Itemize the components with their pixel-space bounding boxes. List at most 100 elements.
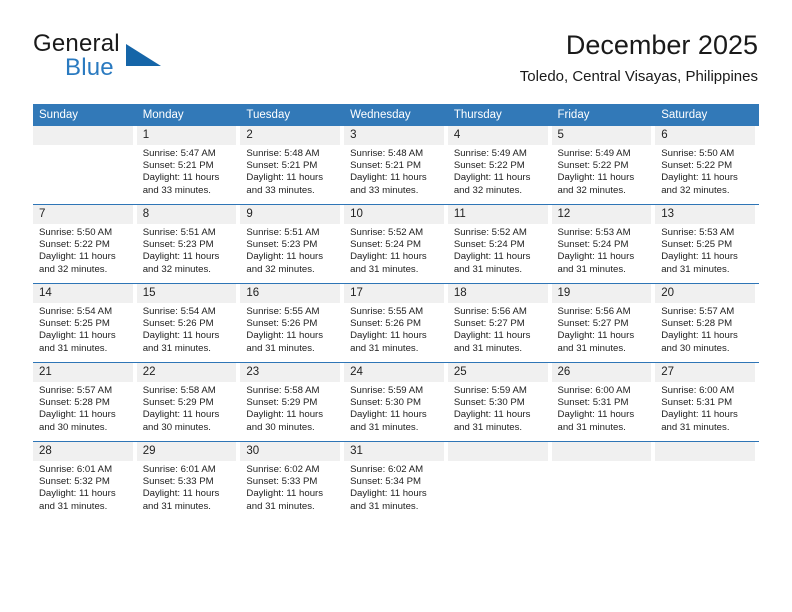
day-number: 28 bbox=[33, 442, 133, 461]
calendar-day-cell[interactable]: 4 Sunrise: 5:49 AM Sunset: 5:22 PM Daylight… bbox=[447, 126, 552, 205]
calendar-day-cell[interactable]: 24 Sunrise: 5:59 AM Sunset: 5:30 PM Dayligh… bbox=[344, 362, 448, 442]
calendar-day-cell[interactable]: 11 Sunrise: 5:52 AM Sunset: 5:24 PM Dayligh… bbox=[447, 204, 552, 284]
daylight-text-line1: Daylight: 11 hours bbox=[453, 330, 531, 342]
day-number: 18 bbox=[447, 284, 548, 303]
calendar-day-cell[interactable]: 1 Sunrise: 5:47 AM Sunset: 5:21 PM Daylight… bbox=[136, 126, 241, 205]
sunset-text: Sunset: 5:31 PM bbox=[557, 397, 629, 409]
sunset-text: Sunset: 5:21 PM bbox=[246, 160, 318, 172]
day-details: Sunrise: 5:55 AM Sunset: 5:26 PM Daylight:… bbox=[240, 303, 340, 355]
day-cell-inner: 13 Sunrise: 5:53 AM Sunset: 5:25 PM Dayligh… bbox=[655, 205, 755, 283]
day-number: 29 bbox=[136, 442, 237, 461]
calendar-table: Sunday Monday Tuesday Wednesday Thursday… bbox=[33, 104, 759, 520]
daylight-text-line2: and 31 minutes. bbox=[661, 421, 730, 433]
sunrise-text: Sunrise: 5:49 AM bbox=[557, 148, 631, 159]
daylight-text-line2: and 31 minutes. bbox=[557, 263, 626, 275]
day-cell-inner: 11 Sunrise: 5:52 AM Sunset: 5:24 PM Dayligh… bbox=[447, 205, 548, 283]
calendar-day-cell[interactable]: 10 Sunrise: 5:52 AM Sunset: 5:24 PM Dayligh… bbox=[344, 204, 448, 284]
calendar-day-cell[interactable]: 31 Sunrise: 6:02 AM Sunset: 5:34 PM Dayligh… bbox=[344, 441, 448, 520]
weekday-header-sunday: Sunday bbox=[33, 104, 137, 126]
calendar-day-cell[interactable]: 17 Sunrise: 5:55 AM Sunset: 5:26 PM Dayligh… bbox=[344, 283, 448, 363]
calendar-day-cell[interactable]: 18 Sunrise: 5:56 AM Sunset: 5:27 PM Dayligh… bbox=[447, 283, 552, 363]
sunset-text: Sunset: 5:29 PM bbox=[246, 397, 318, 409]
sunrise-text: Sunrise: 5:48 AM bbox=[246, 148, 320, 159]
daylight-text-line2: and 31 minutes. bbox=[246, 500, 315, 512]
day-cell-inner: 29 Sunrise: 6:01 AM Sunset: 5:33 PM Dayligh… bbox=[136, 442, 237, 520]
calendar-day-cell[interactable]: 2 Sunrise: 5:48 AM Sunset: 5:21 PM Daylight… bbox=[240, 126, 344, 205]
calendar-day-cell[interactable]: 28 Sunrise: 6:01 AM Sunset: 5:32 PM Dayligh… bbox=[33, 441, 137, 520]
calendar-day-cell[interactable]: 19 Sunrise: 5:56 AM Sunset: 5:27 PM Dayligh… bbox=[551, 283, 656, 363]
calendar-day-cell[interactable]: 29 Sunrise: 6:01 AM Sunset: 5:33 PM Dayligh… bbox=[136, 441, 241, 520]
daylight-text-line2: and 30 minutes. bbox=[661, 342, 730, 354]
calendar-day-cell[interactable]: 5 Sunrise: 5:49 AM Sunset: 5:22 PM Daylight… bbox=[551, 126, 656, 205]
daylight-text-line1: Daylight: 11 hours bbox=[142, 330, 220, 342]
sunrise-text: Sunrise: 5:58 AM bbox=[246, 385, 320, 396]
calendar-day-cell[interactable]: 8 Sunrise: 5:51 AM Sunset: 5:23 PM Daylight… bbox=[136, 204, 241, 284]
daylight-text-line2: and 31 minutes. bbox=[453, 342, 523, 354]
day-details: Sunrise: 5:51 AM Sunset: 5:23 PM Daylight:… bbox=[240, 224, 340, 276]
sunrise-text: Sunrise: 5:57 AM bbox=[39, 385, 113, 396]
calendar-day-cell[interactable]: 12 Sunrise: 5:53 AM Sunset: 5:24 PM Dayligh… bbox=[551, 204, 656, 284]
day-details: Sunrise: 5:53 AM Sunset: 5:24 PM Daylight:… bbox=[552, 224, 652, 276]
calendar-day-cell[interactable]: 26 Sunrise: 6:00 AM Sunset: 5:31 PM Dayligh… bbox=[551, 362, 656, 442]
daylight-text-line2: and 31 minutes. bbox=[453, 263, 523, 275]
day-cell-inner: 20 Sunrise: 5:57 AM Sunset: 5:28 PM Dayligh… bbox=[655, 284, 755, 362]
calendar-week-row: 1 Sunrise: 5:47 AM Sunset: 5:21 PM Daylight… bbox=[33, 126, 759, 205]
calendar-day-cell[interactable]: 7 Sunrise: 5:50 AM Sunset: 5:22 PM Daylight… bbox=[33, 204, 137, 284]
daylight-text-line1: Daylight: 11 hours bbox=[39, 330, 116, 342]
day-cell-inner: 24 Sunrise: 5:59 AM Sunset: 5:30 PM Dayligh… bbox=[344, 363, 444, 441]
day-details: Sunrise: 5:52 AM Sunset: 5:24 PM Daylight:… bbox=[344, 224, 444, 276]
calendar-day-cell[interactable]: 14 Sunrise: 5:54 AM Sunset: 5:25 PM Dayligh… bbox=[33, 283, 137, 363]
calendar-day-cell[interactable]: 3 Sunrise: 5:48 AM Sunset: 5:21 PM Daylight… bbox=[344, 126, 448, 205]
sunrise-text: Sunrise: 5:58 AM bbox=[142, 385, 216, 396]
calendar-day-cell[interactable]: 6 Sunrise: 5:50 AM Sunset: 5:22 PM Daylight… bbox=[655, 126, 759, 205]
day-cell-inner: 5 Sunrise: 5:49 AM Sunset: 5:22 PM Daylight… bbox=[551, 126, 652, 204]
day-details: Sunrise: 6:00 AM Sunset: 5:31 PM Daylight:… bbox=[552, 382, 652, 434]
sunrise-text: Sunrise: 5:50 AM bbox=[661, 148, 735, 159]
sunset-text: Sunset: 5:21 PM bbox=[350, 160, 422, 172]
sunset-text: Sunset: 5:34 PM bbox=[350, 476, 422, 488]
day-cell-inner: 26 Sunrise: 6:00 AM Sunset: 5:31 PM Dayligh… bbox=[551, 363, 652, 441]
calendar-day-cell[interactable]: 9 Sunrise: 5:51 AM Sunset: 5:23 PM Daylight… bbox=[240, 204, 345, 284]
daylight-text-line2: and 31 minutes. bbox=[142, 342, 211, 354]
calendar-day-cell[interactable]: 20 Sunrise: 5:57 AM Sunset: 5:28 PM Dayligh… bbox=[655, 283, 759, 363]
daylight-text-line2: and 32 minutes. bbox=[557, 184, 626, 196]
day-cell-inner: 9 Sunrise: 5:51 AM Sunset: 5:23 PM Daylight… bbox=[240, 205, 341, 283]
sunrise-text: Sunrise: 5:50 AM bbox=[39, 227, 113, 238]
brand-logo[interactable]: General Blue bbox=[33, 30, 183, 86]
daylight-text-line1: Daylight: 11 hours bbox=[557, 409, 635, 421]
day-number: 2 bbox=[240, 126, 341, 145]
daylight-text-line2: and 31 minutes. bbox=[453, 421, 523, 433]
sunset-text: Sunset: 5:24 PM bbox=[557, 239, 629, 251]
sunset-text: Sunset: 5:23 PM bbox=[246, 239, 318, 251]
day-cell-inner: 21 Sunrise: 5:57 AM Sunset: 5:28 PM Dayligh… bbox=[33, 363, 133, 441]
calendar-day-cell[interactable]: 15 Sunrise: 5:54 AM Sunset: 5:26 PM Dayligh… bbox=[136, 283, 241, 363]
day-details: Sunrise: 5:51 AM Sunset: 5:23 PM Daylight:… bbox=[137, 224, 237, 276]
day-cell-inner: 19 Sunrise: 5:56 AM Sunset: 5:27 PM Dayligh… bbox=[551, 284, 652, 362]
day-cell-inner: 2 Sunrise: 5:48 AM Sunset: 5:21 PM Daylight… bbox=[240, 126, 341, 204]
sunset-text: Sunset: 5:27 PM bbox=[557, 318, 629, 330]
logo-triangle-icon bbox=[126, 44, 161, 66]
calendar-day-cell[interactable]: 27 Sunrise: 6:00 AM Sunset: 5:31 PM Dayligh… bbox=[655, 362, 759, 442]
day-cell-inner: 15 Sunrise: 5:54 AM Sunset: 5:26 PM Dayligh… bbox=[136, 284, 237, 362]
calendar-day-cell[interactable]: 30 Sunrise: 6:02 AM Sunset: 5:33 PM Dayligh… bbox=[240, 441, 345, 520]
daylight-text-line1: Daylight: 11 hours bbox=[350, 488, 427, 500]
daylight-text-line1: Daylight: 11 hours bbox=[661, 330, 738, 342]
calendar-day-cell[interactable]: 16 Sunrise: 5:55 AM Sunset: 5:26 PM Dayligh… bbox=[240, 283, 345, 363]
sunrise-text: Sunrise: 5:49 AM bbox=[453, 148, 527, 159]
day-number: 26 bbox=[551, 363, 652, 382]
calendar-day-cell[interactable]: 13 Sunrise: 5:53 AM Sunset: 5:25 PM Dayligh… bbox=[655, 204, 759, 284]
daylight-text-line1: Daylight: 11 hours bbox=[142, 488, 220, 500]
calendar-day-cell[interactable]: 25 Sunrise: 5:59 AM Sunset: 5:30 PM Dayligh… bbox=[447, 362, 552, 442]
daylight-text-line1: Daylight: 11 hours bbox=[246, 251, 324, 263]
day-number: 17 bbox=[344, 284, 444, 303]
calendar-day-cell[interactable]: 23 Sunrise: 5:58 AM Sunset: 5:29 PM Dayligh… bbox=[240, 362, 345, 442]
daylight-text-line2: and 30 minutes. bbox=[39, 421, 108, 433]
calendar-day-cell[interactable]: 22 Sunrise: 5:58 AM Sunset: 5:29 PM Dayligh… bbox=[136, 362, 241, 442]
day-details: Sunrise: 5:47 AM Sunset: 5:21 PM Daylight:… bbox=[137, 145, 237, 197]
sunset-text: Sunset: 5:22 PM bbox=[453, 160, 525, 172]
daylight-text-line1: Daylight: 11 hours bbox=[142, 172, 220, 184]
day-number: 27 bbox=[655, 363, 755, 382]
calendar-day-cell[interactable]: 21 Sunrise: 5:57 AM Sunset: 5:28 PM Dayligh… bbox=[33, 362, 137, 442]
day-cell-inner: 4 Sunrise: 5:49 AM Sunset: 5:22 PM Daylight… bbox=[447, 126, 548, 204]
day-number: 21 bbox=[33, 363, 133, 382]
